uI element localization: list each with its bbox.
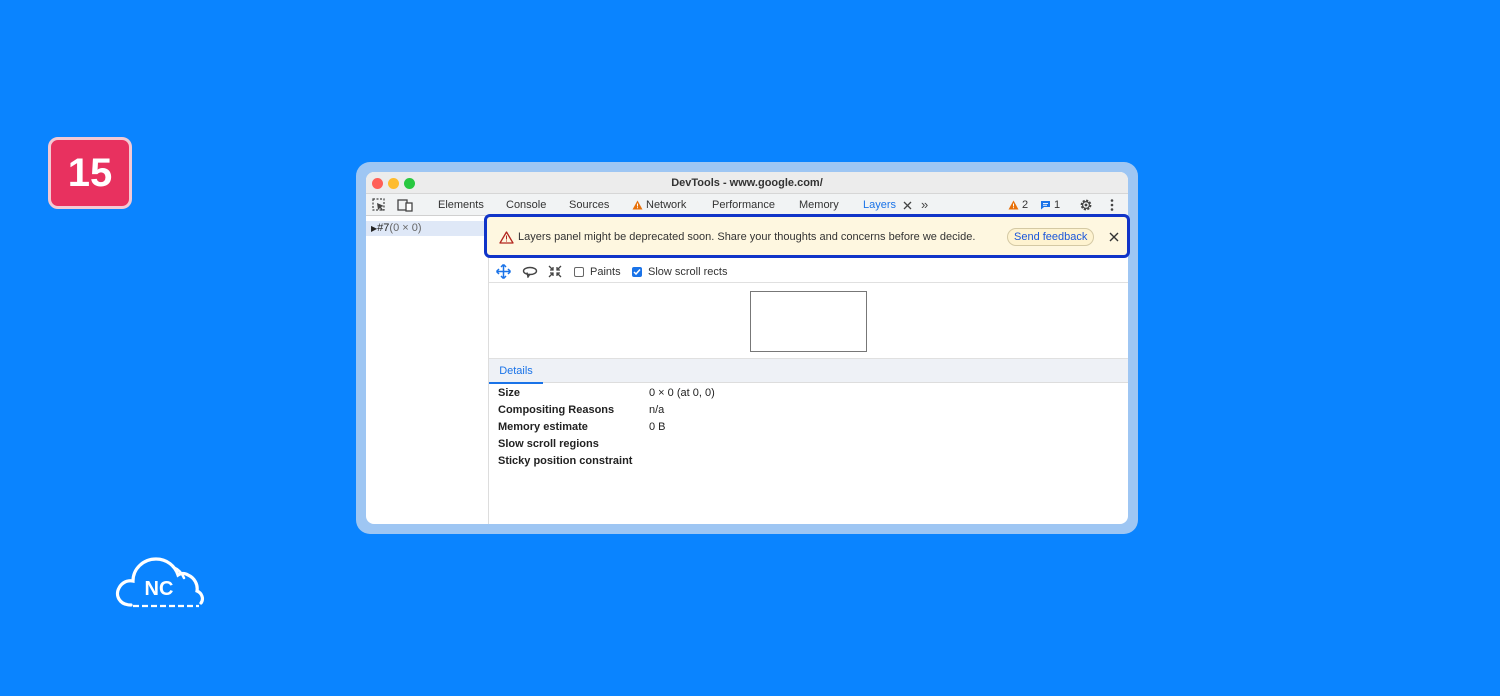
layer-tree-row[interactable]: ▶#7(0 × 0) <box>366 221 488 236</box>
warnings-count: 2 <box>1022 199 1029 211</box>
layer-node-label: #7 <box>377 222 390 234</box>
checkmark-icon <box>633 269 641 276</box>
banner-message: Layers panel might be deprecated soon. S… <box>518 231 976 243</box>
layers-3d-canvas[interactable] <box>489 284 1128 359</box>
slow-scroll-checkbox-group[interactable]: Slow scroll rects <box>632 266 727 278</box>
zoom-window-button[interactable] <box>404 178 415 189</box>
minimize-window-button[interactable] <box>388 178 399 189</box>
tab-console[interactable]: Console <box>506 194 546 216</box>
details-tab-bar: Details <box>489 359 1128 384</box>
property-value: 0 × 0 (at 0, 0) <box>649 387 715 399</box>
tab-layers[interactable]: Layers <box>863 194 896 217</box>
property-key: Size <box>498 387 521 399</box>
more-options-icon[interactable] <box>1110 194 1114 216</box>
cloud-icon: NC <box>115 557 204 608</box>
settings-gear-icon[interactable] <box>1079 194 1093 216</box>
warning-icon <box>499 231 514 244</box>
tab-details[interactable]: Details <box>489 359 543 384</box>
property-row: Memory estimate 0 B <box>498 421 715 438</box>
send-feedback-button[interactable]: Send feedback <box>1007 228 1095 246</box>
property-value: 0 B <box>649 421 666 433</box>
device-toolbar-icon[interactable] <box>397 194 413 216</box>
details-properties: Size 0 × 0 (at 0, 0) Compositing Reasons… <box>498 387 715 472</box>
property-key: Compositing Reasons <box>498 404 615 416</box>
layers-main-area: Paints Slow scroll rects Details Size 0 … <box>489 217 1128 524</box>
property-row: Sticky position constraint <box>498 455 715 472</box>
inspect-element-icon[interactable] <box>372 194 386 216</box>
close-tab-icon[interactable] <box>903 194 912 216</box>
step-number-badge: 15 <box>48 137 132 209</box>
layers-toolbar: Paints Slow scroll rects <box>489 261 1128 283</box>
warning-icon <box>632 200 643 210</box>
tab-memory[interactable]: Memory <box>799 194 839 216</box>
property-value: n/a <box>649 404 665 416</box>
message-icon <box>1041 201 1050 210</box>
property-row: Compositing Reasons n/a <box>498 404 715 421</box>
deprecation-banner: Layers panel might be deprecated soon. S… <box>484 214 1130 258</box>
property-key: Slow scroll regions <box>498 438 599 450</box>
layer-node-size: (0 × 0) <box>389 222 422 234</box>
pan-mode-icon[interactable] <box>496 264 511 279</box>
paints-label: Paints <box>590 266 621 278</box>
close-banner-icon[interactable] <box>1109 232 1119 242</box>
traffic-lights <box>372 178 415 189</box>
warnings-counter[interactable]: 2 <box>1008 194 1028 216</box>
tab-sources[interactable]: Sources <box>569 194 609 216</box>
property-row: Slow scroll regions <box>498 438 715 455</box>
window-title: DevTools - www.google.com/ <box>671 177 823 189</box>
more-tabs-button[interactable]: » <box>921 194 928 216</box>
logo-text: NC <box>145 578 174 600</box>
messages-counter[interactable]: 1 <box>1040 194 1060 216</box>
property-key: Memory estimate <box>498 421 588 433</box>
tab-performance[interactable]: Performance <box>712 194 775 216</box>
layer-tree-panel: ▶#7(0 × 0) <box>366 217 489 524</box>
property-key: Sticky position constraint <box>498 455 633 467</box>
paints-checkbox-group[interactable]: Paints <box>574 266 621 278</box>
devtools-tab-bar: Elements Console Sources Network Perform… <box>366 194 1128 217</box>
rotate-mode-icon[interactable] <box>522 265 538 278</box>
reset-transform-icon[interactable] <box>548 265 562 278</box>
nc-cloud-logo: NC <box>113 551 205 609</box>
messages-count: 1 <box>1054 199 1061 211</box>
tab-elements[interactable]: Elements <box>438 194 484 216</box>
paints-checkbox[interactable] <box>574 267 584 277</box>
warning-icon <box>1008 200 1019 210</box>
title-bar: DevTools - www.google.com/ <box>366 172 1128 194</box>
property-row: Size 0 × 0 (at 0, 0) <box>498 387 715 404</box>
slow-scroll-label: Slow scroll rects <box>648 266 728 278</box>
slow-scroll-checkbox[interactable] <box>632 267 642 277</box>
close-window-button[interactable] <box>372 178 383 189</box>
tab-network[interactable]: Network <box>632 194 686 216</box>
layer-rectangle[interactable] <box>750 291 867 352</box>
tab-network-label: Network <box>646 199 687 211</box>
